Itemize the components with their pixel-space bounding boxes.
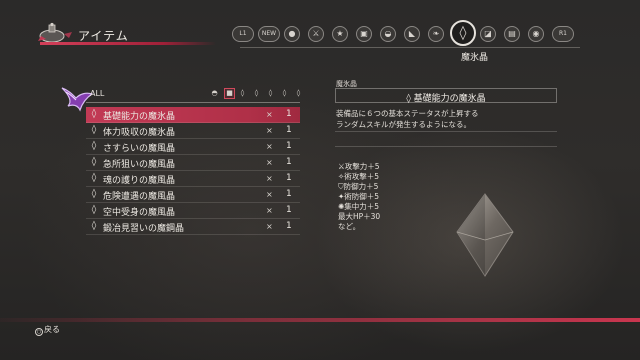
stat-line: ⚔攻撃力＋5 — [338, 162, 380, 172]
filter-helmet-icon[interactable]: ◓ — [210, 89, 219, 98]
stat-line: ✦術防御＋5 — [338, 192, 380, 202]
stat-line: 最大HP＋30 — [338, 212, 380, 222]
item-quantity: 1 — [286, 125, 292, 135]
gem-icon: ◊ — [91, 221, 97, 231]
detail-description: 装備品に６つの基本ステータスが上昇する ランダムスキルが発生するようになる。 — [336, 109, 479, 129]
detail-separator — [335, 146, 557, 147]
new-items-icon[interactable]: NEW — [258, 26, 280, 42]
stat-text: 最大HP＋30 — [338, 212, 381, 221]
list-header-divider — [86, 102, 300, 103]
detail-name-text: 基礎能力の魔氷晶 — [413, 94, 486, 104]
item-name: さすらいの魔風晶 — [103, 144, 176, 154]
stat-text: 攻撃力＋5 — [344, 162, 380, 171]
attack-stat-icon: ⚔ — [338, 162, 345, 171]
item-quantity: 1 — [286, 109, 292, 119]
item-name: 鍛冶見習いの魔鋼晶 — [103, 224, 185, 234]
item-quantity: 1 — [286, 221, 292, 231]
circle-button-icon: ○ — [35, 328, 43, 336]
stat-line: ✧術攻撃＋5 — [338, 172, 380, 182]
item-menu-emblem-icon — [38, 22, 72, 43]
gem-icon: ◊ — [91, 173, 97, 183]
back-button[interactable]: ○ 戻る — [35, 324, 60, 336]
header-bar: アイテム L1 NEW ● ⚔ ★ ▣ ◒ ◣ ❧ ◊ ◪ ▤ ◉ R1 魔氷晶 — [0, 0, 640, 63]
item-list: ◊ 基礎能力の魔氷晶 × 1 ◊ 体力吸収の魔氷晶 × 1 ◊ さすらいの魔風晶 × 1 ◊ 急所狙いの魔… — [86, 107, 300, 235]
crystal-tab-icon[interactable]: ◊ — [450, 20, 476, 46]
boot-icon[interactable]: ◣ — [404, 26, 420, 42]
item-name: 急所狙いの魔風晶 — [103, 160, 176, 170]
filter-gem-a-icon[interactable]: ◊ — [238, 89, 247, 98]
multiply-sign: × — [266, 206, 273, 215]
item-name: 体力吸収の魔氷晶 — [103, 128, 176, 138]
stat-line: など。 — [338, 222, 380, 232]
gem-icon: ◊ — [91, 125, 97, 135]
item-name: 魂の護りの魔風晶 — [103, 176, 176, 186]
filter-selected-icon[interactable]: ■ — [224, 88, 235, 99]
gem-icon: ◊ — [91, 189, 97, 199]
active-tab-label: 魔氷晶 — [461, 53, 489, 63]
signal-icon[interactable]: ◉ — [528, 26, 544, 42]
item-name: 空中受身の魔風晶 — [103, 208, 176, 218]
row-divider — [86, 234, 300, 235]
book-icon[interactable]: ▤ — [504, 26, 520, 42]
list-item[interactable]: ◊ 鍛冶見習いの魔鋼晶 × 1 — [86, 219, 300, 235]
item-quantity: 1 — [286, 173, 292, 183]
filter-gem-e-icon[interactable]: ◊ — [294, 89, 303, 98]
gem-icon: ◊ — [91, 141, 97, 151]
multiply-sign: × — [266, 142, 273, 151]
list-item[interactable]: ◊ さすらいの魔風晶 × 1 — [86, 139, 300, 155]
star-icon[interactable]: ★ — [332, 26, 348, 42]
list-item[interactable]: ◊ 魂の護りの魔風晶 × 1 — [86, 171, 300, 187]
item-name: 基礎能力の魔氷晶 — [103, 112, 176, 122]
tab-strip-divider — [240, 47, 580, 48]
item-quantity: 1 — [286, 141, 292, 151]
r1-button-icon[interactable]: R1 — [552, 26, 574, 42]
stat-text: 集中力＋5 — [344, 202, 380, 211]
sword-icon[interactable]: ⚔ — [308, 26, 324, 42]
gem-icon: ◊ — [91, 205, 97, 215]
back-label: 戻る — [44, 325, 60, 334]
multiply-sign: × — [266, 110, 273, 119]
gem-icon: ◊ — [91, 109, 97, 119]
multiply-sign: × — [266, 126, 273, 135]
stat-text: 術防御＋5 — [344, 192, 380, 201]
consumable-icon[interactable]: ● — [284, 26, 300, 42]
chest-icon[interactable]: ▣ — [356, 26, 372, 42]
item-name: 危険遭遇の魔風晶 — [103, 192, 176, 202]
filter-all-label[interactable]: ALL — [90, 89, 104, 98]
multiply-sign: × — [266, 190, 273, 199]
detail-gem-icon: ◊ — [406, 94, 414, 104]
item-quantity: 1 — [286, 189, 292, 199]
stat-text: など。 — [338, 222, 361, 231]
item-quantity: 1 — [286, 157, 292, 167]
filter-gem-c-icon[interactable]: ◊ — [266, 89, 275, 98]
title-underline — [40, 42, 216, 45]
leaf-icon[interactable]: ❧ — [428, 26, 444, 42]
list-item[interactable]: ◊ 体力吸収の魔氷晶 × 1 — [86, 123, 300, 139]
footer-bar — [0, 318, 640, 322]
detail-name-box: ◊ 基礎能力の魔氷晶 — [335, 88, 557, 104]
multiply-sign: × — [266, 222, 273, 231]
list-item[interactable]: ◊ 急所狙いの魔風晶 × 1 — [86, 155, 300, 171]
jar-icon[interactable]: ◪ — [480, 26, 496, 42]
list-item[interactable]: ◊ 基礎能力の魔氷晶 × 1 — [86, 107, 300, 123]
bell-icon[interactable]: ◒ — [380, 26, 396, 42]
filter-gem-d-icon[interactable]: ◊ — [280, 89, 289, 98]
stat-line: ⛉防御力＋5 — [338, 182, 380, 192]
list-item[interactable]: ◊ 空中受身の魔風晶 × 1 — [86, 203, 300, 219]
detail-item-name: ◊ 基礎能力の魔氷晶 — [336, 91, 556, 104]
multiply-sign: × — [266, 158, 273, 167]
gem-icon: ◊ — [91, 157, 97, 167]
multiply-sign: × — [266, 174, 273, 183]
stat-text: 防御力＋5 — [343, 182, 379, 191]
detail-separator — [335, 131, 557, 132]
l1-button-icon[interactable]: L1 — [232, 26, 254, 42]
stat-text: 術攻撃＋5 — [344, 172, 380, 181]
crystal-preview-icon — [456, 193, 514, 277]
filter-gem-b-icon[interactable]: ◊ — [252, 89, 261, 98]
item-quantity: 1 — [286, 205, 292, 215]
list-item[interactable]: ◊ 危険遭遇の魔風晶 × 1 — [86, 187, 300, 203]
stat-list: ⚔攻撃力＋5 ✧術攻撃＋5 ⛉防御力＋5 ✦術防御＋5 ✺集中力＋5 最大HP＋30 など。 — [338, 162, 380, 232]
stat-line: ✺集中力＋5 — [338, 202, 380, 212]
